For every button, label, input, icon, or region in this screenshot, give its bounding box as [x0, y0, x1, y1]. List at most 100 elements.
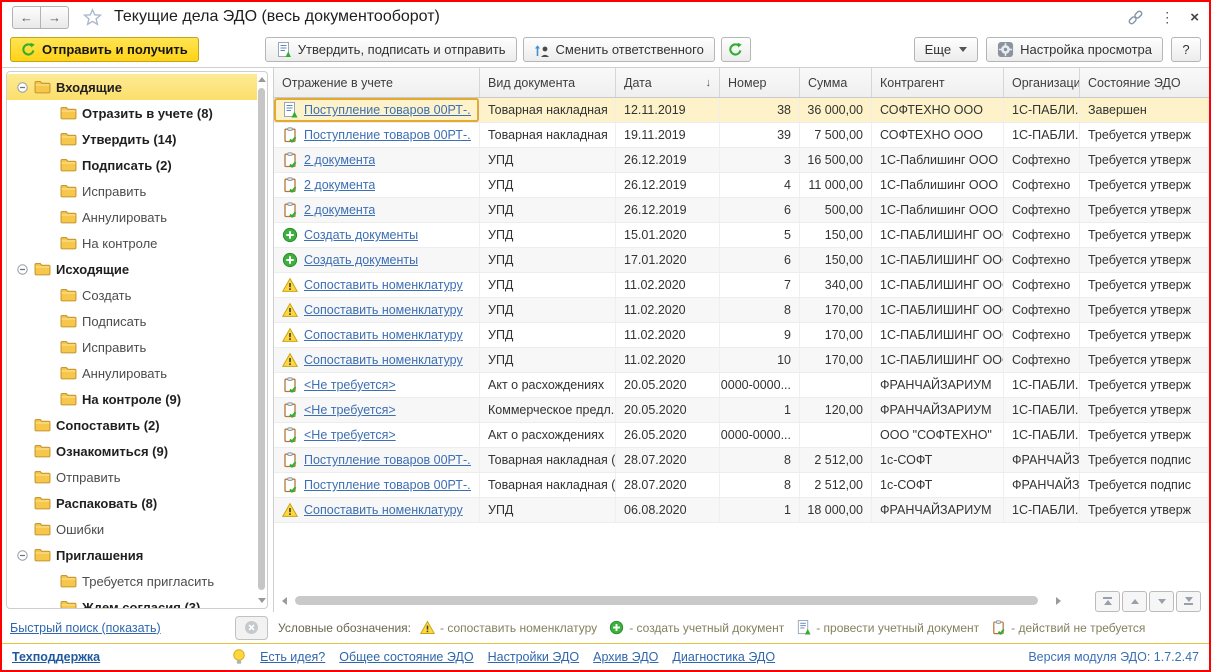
table-row[interactable]: <Не требуется> Акт о расхождениях 20.05.… — [274, 373, 1209, 398]
favorite-star-icon[interactable] — [83, 8, 102, 27]
document-link[interactable]: 2 документа — [304, 153, 375, 167]
go-previous-row-button[interactable] — [1122, 591, 1147, 612]
sidebar-item[interactable]: Исправить — [7, 334, 257, 360]
sidebar-item[interactable]: Распаковать (8) — [7, 490, 257, 516]
column-header-sum[interactable]: Сумма — [800, 68, 872, 97]
sidebar-item[interactable]: Ждем согласия (3) — [7, 594, 257, 609]
close-icon[interactable]: × — [1190, 9, 1199, 26]
go-next-row-button[interactable] — [1149, 591, 1174, 612]
approve-sign-send-button[interactable]: Утвердить, подписать и отправить — [265, 37, 517, 62]
column-header-doc-type[interactable]: Вид документа — [480, 68, 616, 97]
document-link[interactable]: Создать документы — [304, 228, 418, 242]
send-receive-button[interactable]: Отправить и получить — [10, 37, 199, 62]
clear-search-button[interactable] — [235, 616, 268, 640]
document-link[interactable]: Поступление товаров 00РТ-... — [304, 478, 471, 492]
footer-link[interactable]: Диагностика ЭДО — [672, 650, 775, 664]
help-button[interactable]: ? — [1171, 37, 1201, 62]
hscroll-track[interactable] — [293, 596, 1050, 606]
table-row[interactable]: Поступление товаров 00РТ-... Товарная на… — [274, 473, 1209, 498]
refresh-list-button[interactable] — [721, 37, 751, 62]
go-first-row-button[interactable] — [1095, 591, 1120, 612]
document-link[interactable]: Поступление товаров 00РТ-... — [304, 103, 471, 117]
sidebar-item[interactable]: Подписать — [7, 308, 257, 334]
tech-support-link[interactable]: Техподдержка — [12, 650, 100, 664]
footer-link[interactable]: Настройки ЭДО — [488, 650, 580, 664]
column-header-organization[interactable]: Организация — [1004, 68, 1080, 97]
column-header-reflection[interactable]: Отражение в учете — [274, 68, 480, 97]
quick-search-link[interactable]: Быстрый поиск (показать) — [10, 621, 161, 635]
table-row[interactable]: Сопоставить номенклатуру УПД 11.02.2020 … — [274, 298, 1209, 323]
sidebar-item[interactable]: Исходящие — [7, 256, 257, 282]
document-link[interactable]: 2 документа — [304, 178, 375, 192]
sidebar-item[interactable]: Создать — [7, 282, 257, 308]
sidebar-item[interactable]: Утвердить (14) — [7, 126, 257, 152]
sidebar-item[interactable]: Ошибки — [7, 516, 257, 542]
sidebar-item[interactable]: Приглашения — [7, 542, 257, 568]
document-link[interactable]: Поступление товаров 00РТ-... — [304, 453, 471, 467]
table-row[interactable]: Сопоставить номенклатуру УПД 11.02.2020 … — [274, 348, 1209, 373]
sidebar-item[interactable]: Ознакомиться (9) — [7, 438, 257, 464]
table-row[interactable]: 2 документа УПД 26.12.2019 6 500,00 1С-П… — [274, 198, 1209, 223]
sidebar-item[interactable]: Сопоставить (2) — [7, 412, 257, 438]
forward-button[interactable]: → — [41, 6, 69, 29]
document-link[interactable]: Сопоставить номенклатуру — [304, 303, 463, 317]
table-row[interactable]: Поступление товаров 00РТ-... Товарная на… — [274, 98, 1209, 123]
scroll-right-icon[interactable] — [1056, 597, 1061, 605]
table-row[interactable]: Создать документы УПД 15.01.2020 5 150,0… — [274, 223, 1209, 248]
sidebar-item[interactable]: Входящие — [7, 74, 257, 100]
column-header-number[interactable]: Номер — [720, 68, 800, 97]
sidebar-item[interactable]: Аннулировать — [7, 360, 257, 386]
table-row[interactable]: Создать документы УПД 17.01.2020 6 150,0… — [274, 248, 1209, 273]
sidebar-scrollbar[interactable] — [257, 74, 266, 606]
more-button[interactable]: Еще — [914, 37, 978, 62]
collapse-icon[interactable] — [17, 550, 29, 561]
sidebar-item[interactable]: Отправить — [7, 464, 257, 490]
document-link[interactable]: Поступление товаров 00РТ-... — [304, 128, 471, 142]
footer-link[interactable]: Архив ЭДО — [593, 650, 658, 664]
document-link[interactable]: Сопоставить номенклатуру — [304, 328, 463, 342]
document-link[interactable]: Сопоставить номенклатуру — [304, 278, 463, 292]
sidebar-item[interactable]: Исправить — [7, 178, 257, 204]
table-row[interactable]: <Не требуется> Коммерческое предл... 20.… — [274, 398, 1209, 423]
scroll-down-icon[interactable] — [258, 598, 266, 603]
hscroll-thumb[interactable] — [295, 596, 1038, 605]
collapse-icon[interactable] — [17, 82, 29, 93]
footer-link[interactable]: Общее состояние ЭДО — [339, 650, 473, 664]
document-link[interactable]: 2 документа — [304, 203, 375, 217]
scroll-left-icon[interactable] — [282, 597, 287, 605]
sidebar-item[interactable]: Требуется пригласить — [7, 568, 257, 594]
idea-link[interactable]: Есть идея? — [260, 650, 325, 664]
collapse-icon[interactable] — [17, 264, 29, 275]
organization-cell: 1С-ПАБЛИ... — [1004, 98, 1080, 122]
column-header-edo-state[interactable]: Состояние ЭДО — [1080, 68, 1209, 97]
copy-link-icon[interactable] — [1127, 9, 1144, 26]
sidebar-item[interactable]: Отразить в учете (8) — [7, 100, 257, 126]
document-link[interactable]: <Не требуется> — [304, 428, 396, 442]
document-link[interactable]: Сопоставить номенклатуру — [304, 503, 463, 517]
view-settings-button[interactable]: Настройка просмотра — [986, 37, 1163, 62]
sidebar-item[interactable]: Подписать (2) — [7, 152, 257, 178]
document-link[interactable]: <Не требуется> — [304, 378, 396, 392]
table-row[interactable]: 2 документа УПД 26.12.2019 4 11 000,00 1… — [274, 173, 1209, 198]
sidebar-item[interactable]: На контроле (9) — [7, 386, 257, 412]
change-responsible-button[interactable]: Сменить ответственного — [523, 37, 715, 62]
column-header-counterparty[interactable]: Контрагент — [872, 68, 1004, 97]
document-link[interactable]: Создать документы — [304, 253, 418, 267]
table-row[interactable]: Поступление товаров 00РТ-... Товарная на… — [274, 448, 1209, 473]
go-last-row-button[interactable] — [1176, 591, 1201, 612]
kebab-menu-icon[interactable]: ⋮ — [1160, 10, 1174, 24]
scrollbar-thumb[interactable] — [258, 88, 265, 590]
document-link[interactable]: Сопоставить номенклатуру — [304, 353, 463, 367]
table-row[interactable]: Сопоставить номенклатуру УПД 11.02.2020 … — [274, 273, 1209, 298]
back-button[interactable]: ← — [12, 6, 41, 29]
scroll-up-icon[interactable] — [258, 77, 266, 82]
document-link[interactable]: <Не требуется> — [304, 403, 396, 417]
sidebar-item[interactable]: Аннулировать — [7, 204, 257, 230]
sidebar-item[interactable]: На контроле — [7, 230, 257, 256]
table-row[interactable]: 2 документа УПД 26.12.2019 3 16 500,00 1… — [274, 148, 1209, 173]
table-row[interactable]: Сопоставить номенклатуру УПД 06.08.2020 … — [274, 498, 1209, 523]
column-header-date[interactable]: Дата↓ — [616, 68, 720, 97]
table-row[interactable]: Поступление товаров 00РТ-... Товарная на… — [274, 123, 1209, 148]
table-row[interactable]: Сопоставить номенклатуру УПД 11.02.2020 … — [274, 323, 1209, 348]
table-row[interactable]: <Не требуется> Акт о расхождениях 26.05.… — [274, 423, 1209, 448]
